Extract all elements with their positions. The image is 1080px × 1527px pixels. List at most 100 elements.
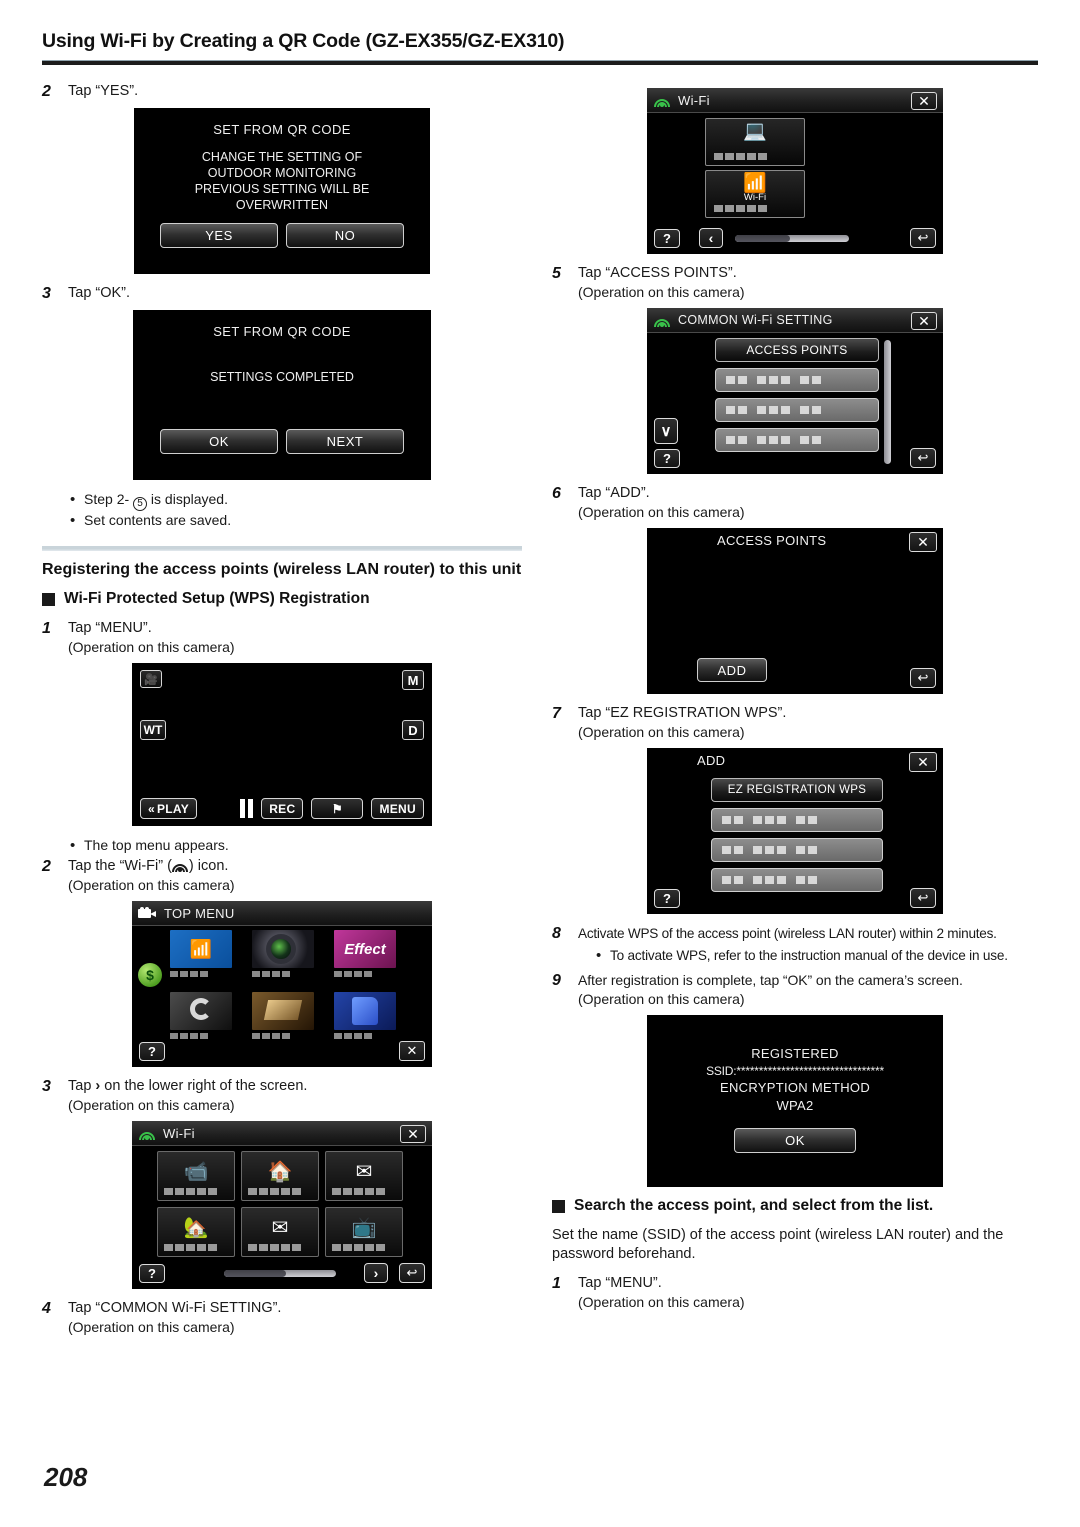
- manual-mode-button[interactable]: M: [402, 670, 424, 690]
- camera-tv-icon: 📺: [351, 1216, 377, 1239]
- tile-caption: [252, 1033, 314, 1039]
- close-button[interactable]: ✕: [909, 752, 937, 772]
- screen-titlebar: COMMON Wi-Fi SETTING: [647, 308, 943, 333]
- page-scrollbar[interactable]: [735, 235, 849, 242]
- direct-monitoring-tile[interactable]: 💻: [705, 118, 805, 166]
- step-text: Tap “OK”.: [68, 285, 131, 301]
- close-button[interactable]: ✕: [909, 532, 937, 552]
- list-row[interactable]: [711, 808, 883, 832]
- ez-registration-wps-row[interactable]: EZ REGISTRATION WPS: [711, 778, 883, 802]
- menu-button[interactable]: MENU: [371, 798, 424, 819]
- flag-icon: ⚑: [331, 801, 343, 816]
- close-button[interactable]: ✕: [399, 1041, 425, 1061]
- page-scrollbar[interactable]: [224, 1270, 336, 1277]
- flag-button[interactable]: ⚑: [311, 798, 364, 819]
- step-7: 7 Tap “EZ REGISTRATION WPS”. (Operation …: [552, 704, 1038, 742]
- screen-access-points: ACCESS POINTS ✕ ADD ↩: [647, 528, 943, 694]
- step-subtext: (Operation on this camera): [578, 991, 745, 1007]
- screen-titlebar: Wi-Fi: [647, 88, 943, 113]
- screen-titlebar: TOP MENU: [132, 901, 432, 926]
- back-button[interactable]: ↩: [399, 1263, 425, 1283]
- help-button[interactable]: ?: [654, 229, 680, 248]
- list-row[interactable]: [711, 838, 883, 862]
- movie-camera-icon[interactable]: 🎥: [140, 670, 162, 688]
- add-button[interactable]: ADD: [697, 658, 767, 682]
- recording-settings-tile[interactable]: [252, 930, 314, 982]
- ok-button[interactable]: OK: [160, 429, 278, 454]
- house-signal-icon: 🏡: [183, 1216, 209, 1239]
- help-button[interactable]: ?: [139, 1042, 165, 1061]
- play-button[interactable]: « PLAY: [140, 798, 198, 819]
- detect-mail-tile[interactable]: ✉: [241, 1207, 319, 1257]
- access-points-row[interactable]: ACCESS POINTS: [715, 338, 879, 362]
- step-subtext: (Operation on this camera): [68, 639, 235, 655]
- pause-icon[interactable]: [240, 799, 254, 818]
- play-label: PLAY: [156, 801, 190, 816]
- circled-number: 5: [133, 497, 148, 511]
- top-menu-tiles: 📶 Effect: [170, 930, 422, 1048]
- close-button[interactable]: ✕: [400, 1125, 426, 1143]
- tile-caption: [334, 971, 396, 977]
- scroll-down-button[interactable]: ∨: [654, 418, 678, 444]
- step-number: 6: [552, 485, 561, 502]
- play-chevron-icon: «: [148, 801, 155, 816]
- display-button[interactable]: D: [402, 720, 424, 740]
- next-page-button[interactable]: ›: [364, 1263, 388, 1283]
- list-row[interactable]: [715, 368, 879, 392]
- playback-settings-tile[interactable]: [170, 992, 232, 1044]
- step-subtext: (Operation on this camera): [578, 284, 745, 300]
- step-text: Tap › on the lower right of the screen.: [68, 1077, 522, 1096]
- help-button[interactable]: ?: [654, 449, 680, 468]
- no-button[interactable]: NO: [286, 223, 404, 248]
- next-button[interactable]: NEXT: [286, 429, 404, 454]
- connection-settings-tile[interactable]: [334, 992, 396, 1044]
- step-2-wifi-icon: 2 Tap the “Wi-Fi” () icon. (Operation on…: [42, 857, 522, 895]
- back-button[interactable]: ↩: [910, 888, 936, 908]
- note-text: Set contents are saved.: [84, 512, 232, 528]
- screen-wifi-menu: Wi-Fi ✕ 📹 🏠 ✉ 🏡 ✉ 📺 ? › ↩: [132, 1121, 432, 1289]
- screen-title: Wi-Fi: [678, 92, 710, 108]
- wifi-tile[interactable]: 📶: [170, 930, 232, 982]
- special-recording-tile[interactable]: Effect: [334, 930, 396, 982]
- step-text-before: Tap the “Wi-Fi” (: [68, 858, 172, 874]
- back-button[interactable]: ↩: [910, 448, 936, 468]
- help-button[interactable]: ?: [139, 1264, 165, 1283]
- page-title: Using Wi-Fi by Creating a QR Code (GZ-EX…: [42, 30, 565, 52]
- vertical-scrollbar[interactable]: [884, 340, 891, 464]
- step-number: 3: [42, 1078, 51, 1095]
- screen-title: SET FROM QR CODE: [213, 324, 351, 339]
- ssid-label: SSID:: [706, 1064, 737, 1078]
- list-row[interactable]: [715, 398, 879, 422]
- square-bullet-icon: [42, 592, 55, 606]
- close-button[interactable]: ✕: [911, 312, 937, 330]
- close-button[interactable]: ✕: [911, 92, 937, 110]
- screen-title: COMMON Wi-Fi SETTING: [678, 313, 833, 327]
- step-1-menu: 1 Tap “MENU”. (Operation on this camera): [42, 619, 522, 657]
- ok-button[interactable]: OK: [734, 1128, 856, 1153]
- yes-button[interactable]: YES: [160, 223, 278, 248]
- subsection-search: Search the access point, and select from…: [552, 1197, 1038, 1215]
- outdoor-monitoring-tile[interactable]: 🏡: [157, 1207, 235, 1257]
- camera-laptop-icon: 💻: [743, 121, 767, 142]
- screen-title: Wi-Fi: [163, 1125, 195, 1141]
- step-number: 1: [552, 1275, 561, 1292]
- back-button[interactable]: ↩: [910, 228, 936, 248]
- rec-button[interactable]: REC: [261, 798, 304, 819]
- video-mail-tile[interactable]: ✉: [325, 1151, 403, 1201]
- indoor-monitoring-tile[interactable]: 🏠: [241, 1151, 319, 1201]
- media-settings-tile[interactable]: [252, 992, 314, 1044]
- help-button[interactable]: ?: [654, 889, 680, 908]
- tv-monitoring-tile[interactable]: 📺: [325, 1207, 403, 1257]
- common-wifi-setting-tile[interactable]: 📶 Wi-Fi: [705, 170, 805, 218]
- prev-page-button[interactable]: ‹: [699, 228, 723, 248]
- note-activate-wps: • To activate WPS, refer to the instruct…: [596, 946, 1038, 965]
- list-row[interactable]: [715, 428, 879, 452]
- step-text-after: on the lower right of the screen.: [100, 1078, 308, 1094]
- direct-monitoring-tile[interactable]: 📹: [157, 1151, 235, 1201]
- back-button[interactable]: ↩: [910, 668, 936, 688]
- screen-message: CHANGE THE SETTING OF OUTDOOR MONITORING…: [134, 149, 430, 213]
- zoom-wt-button[interactable]: WT: [140, 720, 166, 740]
- camera-phone-icon: 📹: [183, 1160, 209, 1183]
- prev-page-label: ‹: [708, 230, 714, 246]
- list-row[interactable]: [711, 868, 883, 892]
